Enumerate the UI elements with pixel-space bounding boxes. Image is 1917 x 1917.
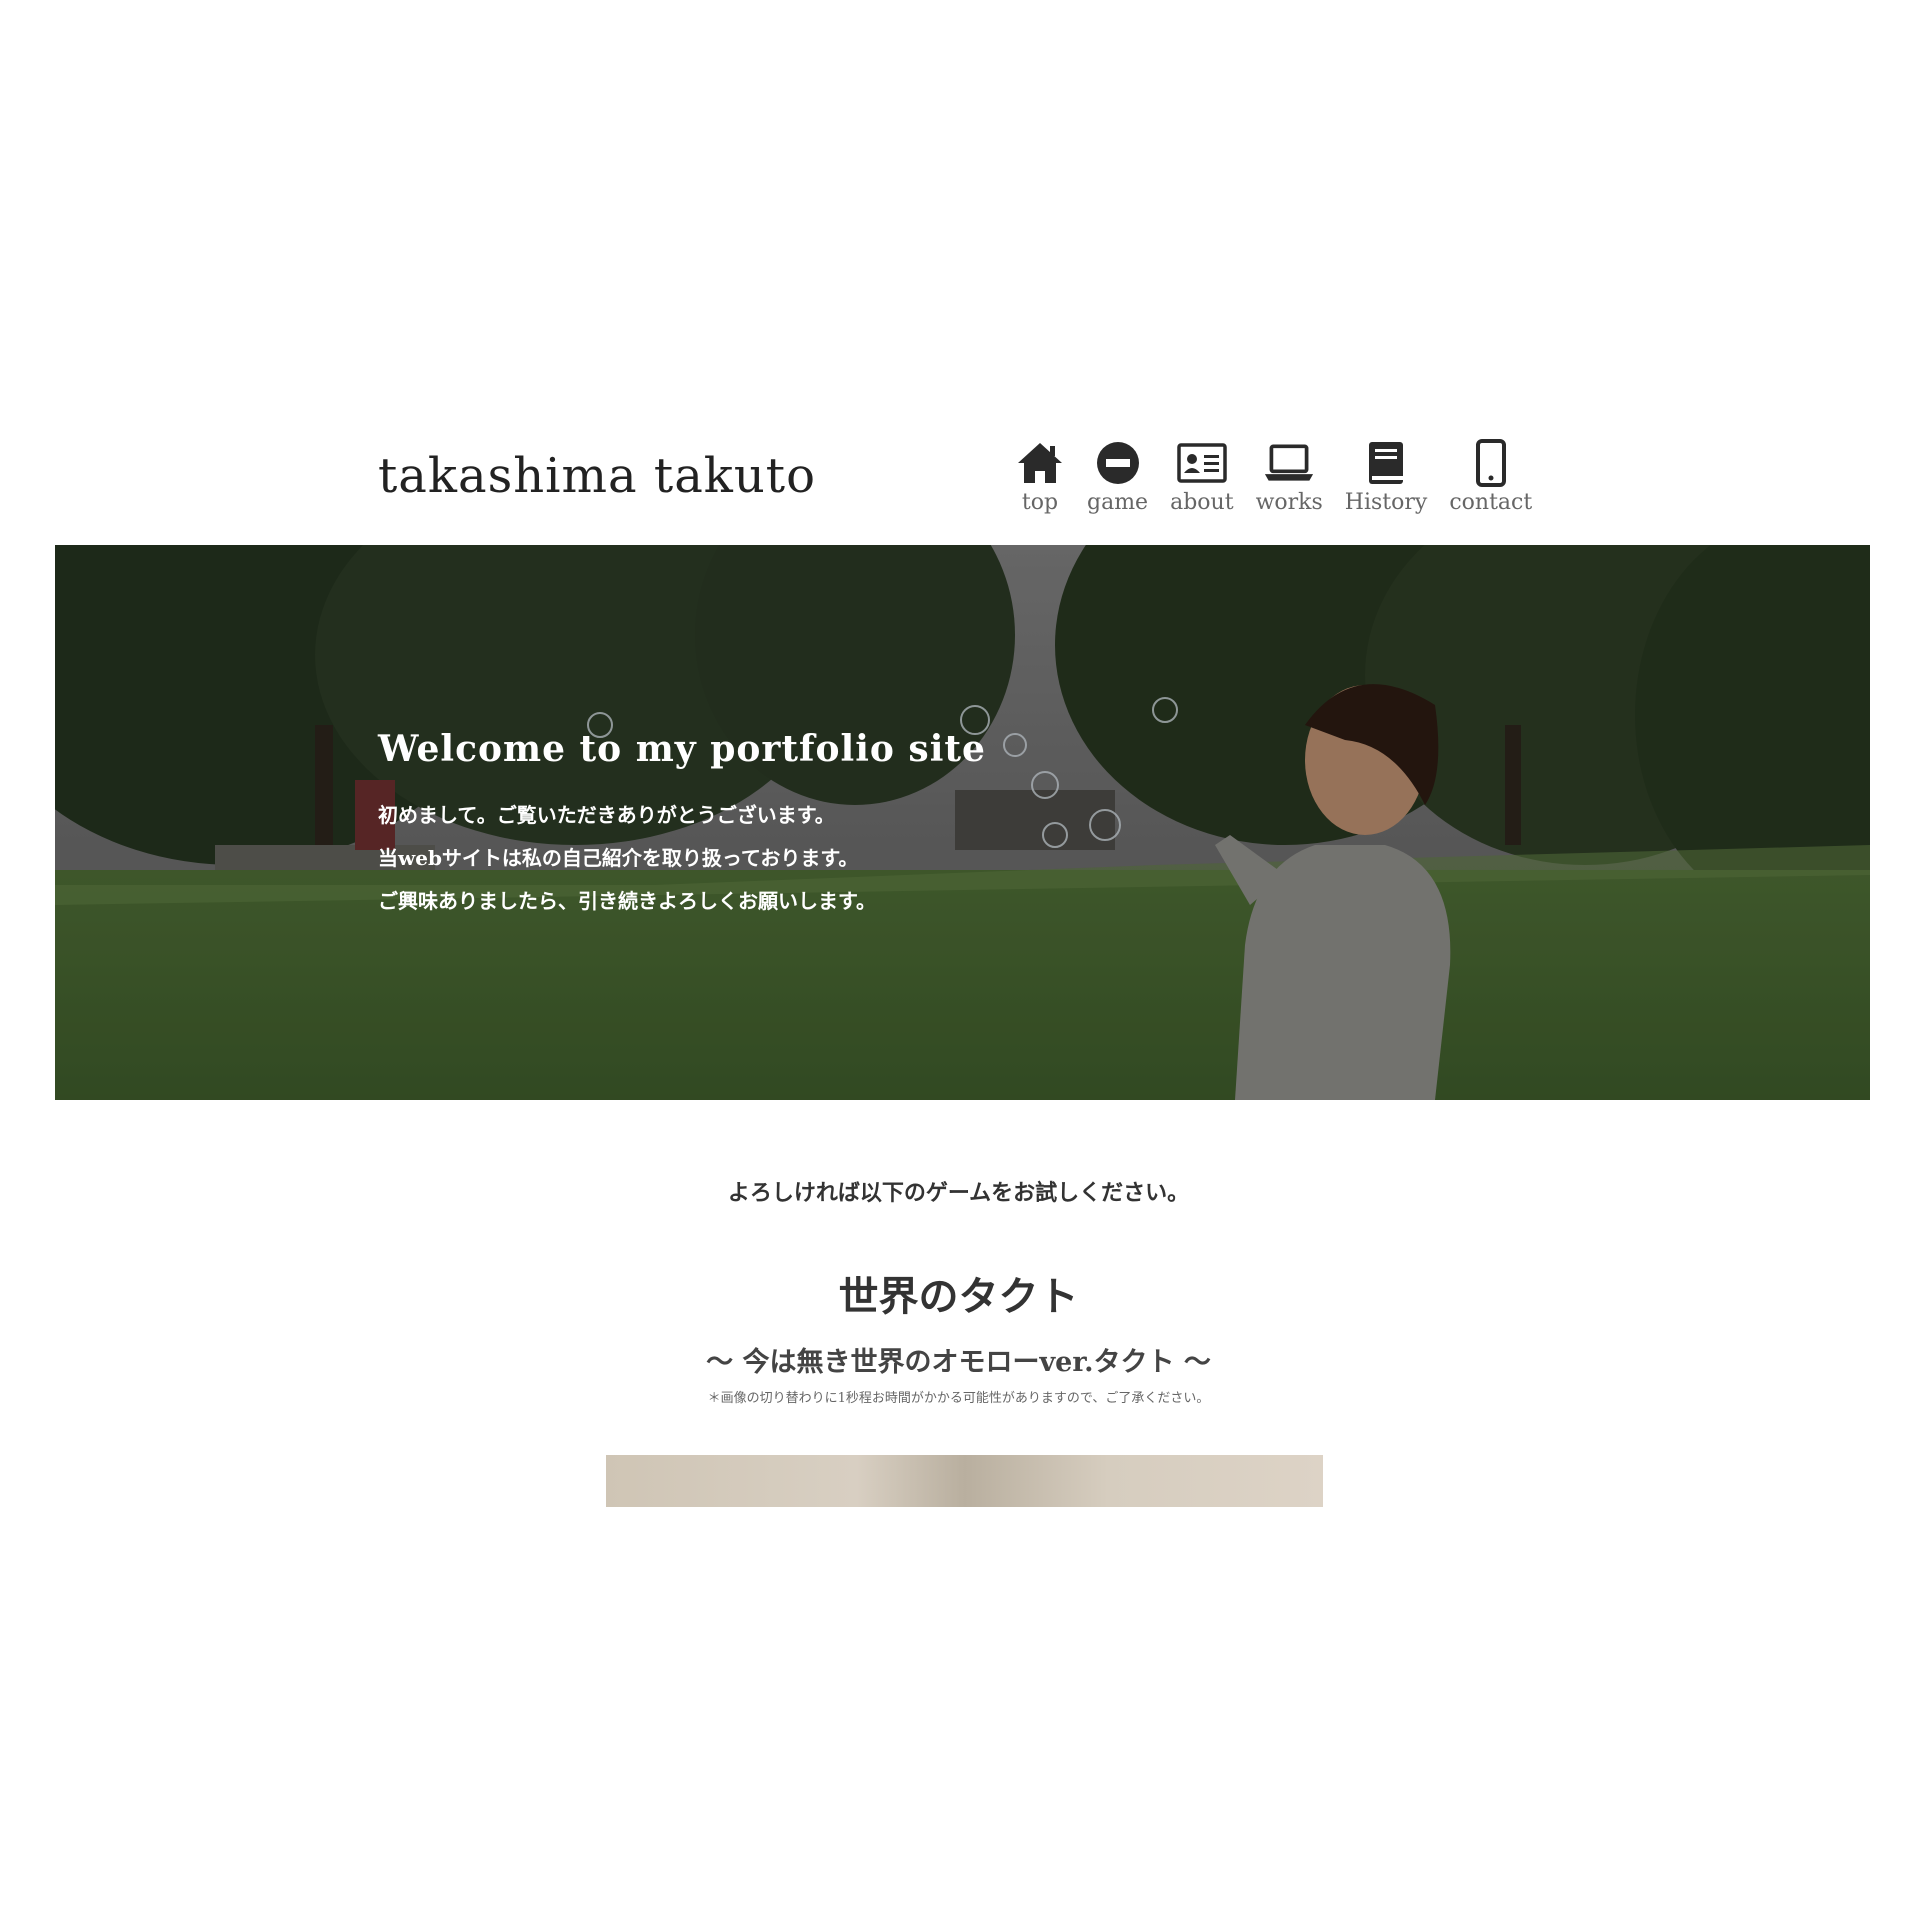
nav-label-top: top [1021, 490, 1059, 515]
hero-banner: Welcome to my portfolio site 初めまして。ご覧いただ… [55, 545, 1870, 1100]
hero-line-2: 当webサイトは私の自己紹介を取り扱っております。 [378, 846, 859, 870]
id-card-icon [1177, 438, 1227, 488]
hero-title: Welcome to my portfolio site [378, 728, 986, 770]
nav-label-contact: contact [1449, 490, 1533, 515]
nav-item-works[interactable]: works [1256, 438, 1323, 515]
minus-circle-icon [1093, 438, 1143, 488]
nav-item-game[interactable]: game [1087, 438, 1148, 515]
nav-item-history[interactable]: History [1344, 438, 1428, 515]
game-intro-text: よろしければ以下のゲームをお試しください。 [727, 1180, 1190, 1206]
nav-label-works: works [1255, 490, 1323, 515]
nav-item-about[interactable]: about [1170, 438, 1234, 515]
nav-label-game: game [1087, 490, 1149, 515]
hero-text: Welcome to my portfolio site 初めまして。ご覧いただ… [378, 728, 986, 923]
main-nav: top game about works History contact [1015, 438, 1554, 515]
nav-label-history: History [1344, 490, 1428, 515]
nav-item-top[interactable]: top [1015, 438, 1065, 515]
game-title: 世界のタクト [838, 1273, 1079, 1320]
site-title[interactable]: takashima takuto [378, 448, 816, 504]
nav-item-contact[interactable]: contact [1449, 438, 1532, 515]
hero-line-1: 初めまして。ご覧いただきありがとうございます。 [378, 803, 835, 827]
book-icon [1361, 438, 1411, 488]
game-note: ＊画像の切り替わりに1秒程お時間がかかる可能性がありますので、ご了承ください。 [707, 1391, 1210, 1406]
game-subtitle: 〜 今は無き世界のオモローver.タクト 〜 [706, 1347, 1211, 1378]
game-image-frame[interactable] [606, 1455, 1323, 1507]
hero-line-3: ご興味ありましたら、引き続きよろしくお願いします。 [378, 889, 876, 913]
nav-label-about: about [1170, 490, 1234, 515]
laptop-icon [1264, 438, 1314, 488]
mobile-phone-icon [1466, 438, 1516, 488]
site-header: takashima takuto top game about works Hi… [0, 0, 1917, 545]
home-icon [1015, 438, 1065, 488]
